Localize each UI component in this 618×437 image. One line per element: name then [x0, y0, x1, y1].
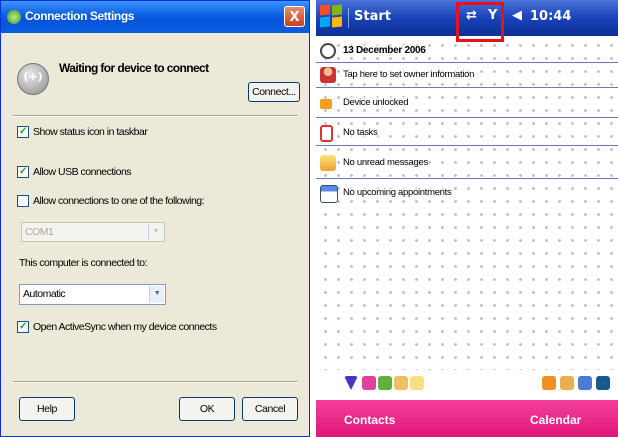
tray-app-icon[interactable]: [378, 376, 392, 390]
tray-app-icon[interactable]: [362, 376, 376, 390]
chevron-down-icon: ▼: [148, 224, 163, 240]
open-activesync-checkbox[interactable]: ✓ Open ActiveSync when my device connect…: [17, 321, 217, 333]
start-menu[interactable]: Start: [354, 9, 391, 24]
today-row-owner[interactable]: Tap here to set owner information: [316, 64, 618, 87]
calendar-icon: [320, 185, 338, 203]
volume-icon[interactable]: ◀: [512, 8, 522, 23]
checkbox-unchecked-icon: [17, 195, 29, 207]
today-row-date[interactable]: 13 December 2006: [316, 40, 618, 63]
clock-icon: [320, 43, 336, 59]
dialog-titlebar[interactable]: Connection Settings X: [1, 1, 309, 33]
checkbox-checked-icon: ✓: [17, 166, 29, 178]
app-tray: [316, 370, 618, 400]
tray-app-icon[interactable]: [394, 376, 408, 390]
close-button[interactable]: X: [284, 6, 305, 27]
tray-app-icon[interactable]: [344, 376, 358, 390]
connection-status-text: Waiting for device to connect: [59, 61, 209, 75]
connected-to-label: This computer is connected to:: [19, 257, 148, 269]
connect-button[interactable]: Connect...: [248, 82, 300, 102]
allow-connections-checkbox[interactable]: Allow connections to one of the followin…: [17, 195, 205, 207]
show-status-icon-checkbox[interactable]: ✓ Show status icon in taskbar: [17, 126, 148, 138]
com-port-select: COM1 ▼: [21, 222, 165, 242]
dialog-title: Connection Settings: [25, 9, 135, 23]
tray-app-icon[interactable]: [542, 376, 556, 390]
tasks-icon: [320, 125, 333, 142]
divider: [13, 115, 298, 117]
device-status-icon: (+): [17, 63, 49, 95]
softkey-bar: Contacts Calendar: [316, 400, 618, 437]
windows-logo-icon[interactable]: [320, 4, 344, 29]
tray-app-icon[interactable]: [410, 376, 424, 390]
divider: [13, 381, 298, 383]
clock-time[interactable]: 10:44: [530, 9, 571, 24]
allow-usb-checkbox[interactable]: ✓ Allow USB connections: [17, 166, 132, 178]
today-row-tasks[interactable]: No tasks: [316, 122, 618, 145]
lock-icon: [320, 99, 332, 109]
tray-app-icon[interactable]: [578, 376, 592, 390]
connection-settings-dialog: Connection Settings X (+) Waiting for de…: [0, 0, 310, 437]
cancel-button[interactable]: Cancel: [242, 397, 298, 421]
chevron-down-icon: ▼: [149, 286, 164, 303]
today-row-messages[interactable]: No unread messages: [316, 152, 618, 175]
today-row-lock[interactable]: Device unlocked: [316, 92, 618, 115]
owner-icon: [320, 67, 336, 83]
tray-app-icon[interactable]: [596, 376, 610, 390]
checkbox-checked-icon: ✓: [17, 321, 29, 333]
today-row-appointments[interactable]: No upcoming appointments: [316, 182, 618, 205]
pocket-pc-today-screen: Start ⇄ Y ◀ 10:44 13 December 2006 Tap h…: [316, 0, 618, 437]
checkbox-checked-icon: ✓: [17, 126, 29, 138]
tray-app-icon[interactable]: [560, 376, 574, 390]
calendar-softkey[interactable]: Calendar: [530, 413, 581, 427]
inbox-icon: [320, 155, 336, 171]
ok-button[interactable]: OK: [179, 397, 235, 421]
connected-to-select[interactable]: Automatic ▼: [19, 284, 166, 305]
contacts-softkey[interactable]: Contacts: [344, 413, 395, 427]
help-button[interactable]: Help: [19, 397, 75, 421]
activesync-icon: [7, 10, 21, 24]
